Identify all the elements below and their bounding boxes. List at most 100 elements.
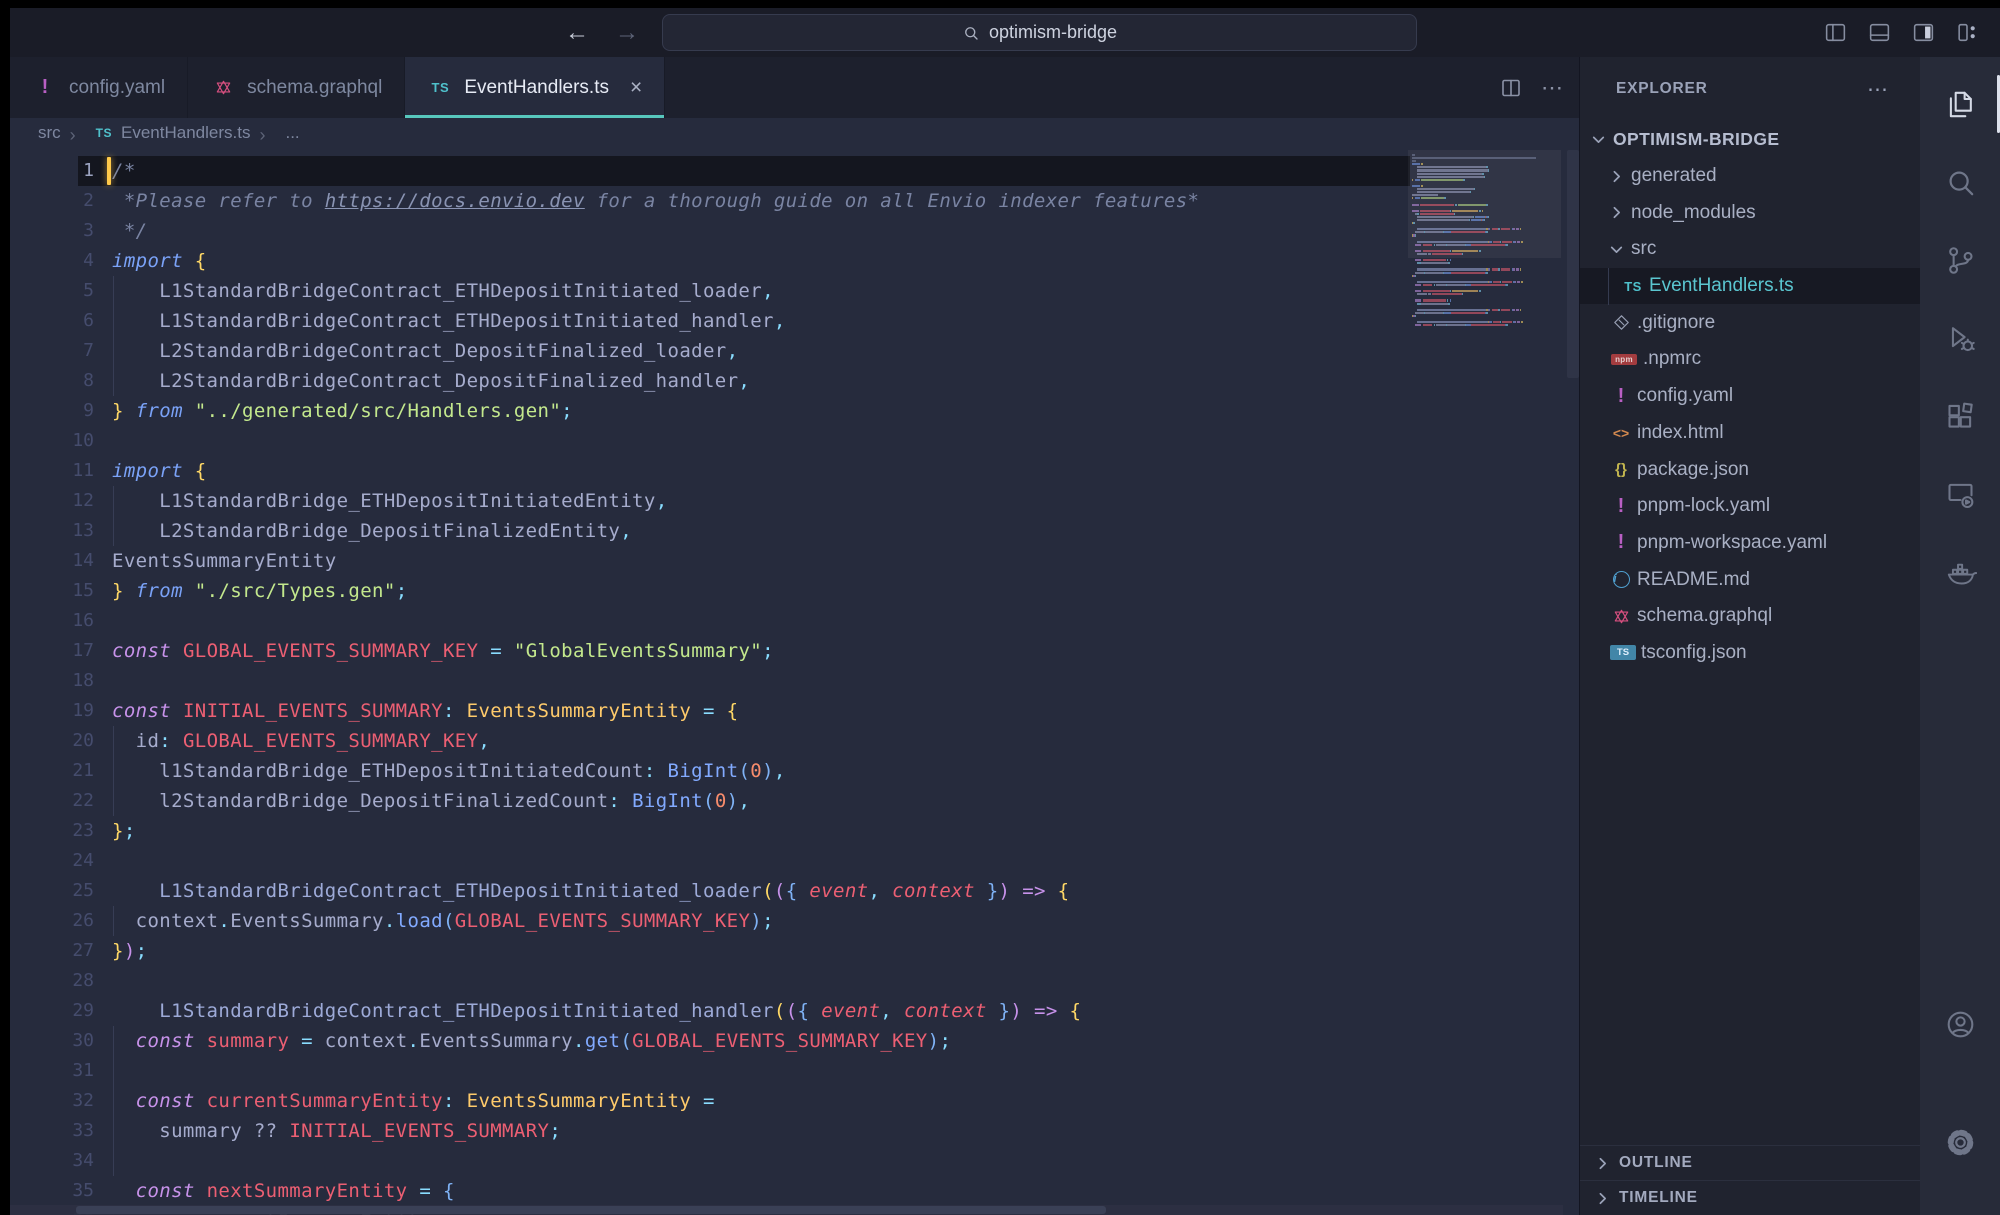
live-preview-icon[interactable] [1939, 473, 1981, 515]
npm-file-icon: npm [1608, 354, 1640, 365]
editor-group: !config.yaml schema.graphql TS EventHandler… [10, 57, 1579, 1215]
item-label: OPTIMISM-BRIDGE [1613, 129, 1779, 150]
breadcrumb[interactable]: src›TSEventHandlers.ts›... [10, 118, 1579, 148]
code-line-7: L2StandardBridgeContract_DepositFinalize… [112, 336, 1199, 366]
json-file-icon: {} [1608, 461, 1634, 478]
chevron-right-icon [1608, 204, 1625, 221]
explorer-more-actions-icon[interactable]: ⋯ [1867, 77, 1890, 102]
code-line-4: import { [112, 246, 1199, 276]
section-timeline[interactable]: TIMELINE [1580, 1180, 1920, 1215]
sidebar-item-OPTIMISM-BRIDGE[interactable]: OPTIMISM-BRIDGE [1580, 121, 1920, 158]
sidebar-item-config.yaml[interactable]: !config.yaml [1580, 378, 1920, 415]
explorer-icon[interactable] [1939, 83, 1981, 125]
sidebar-item-README.md[interactable]: iREADME.md [1580, 561, 1920, 598]
item-label: .gitignore [1637, 312, 1715, 334]
back-arrow-icon[interactable]: ← [565, 21, 589, 45]
tab-label: EventHandlers.ts [464, 77, 609, 99]
code-editor[interactable]: 1234567891011121314151617181920212223242… [10, 148, 1579, 1215]
chevron-down-icon [1608, 241, 1625, 258]
item-label: pnpm-lock.yaml [1637, 495, 1770, 517]
run-debug-icon[interactable] [1939, 317, 1981, 359]
item-label: README.md [1637, 569, 1750, 591]
horizontal-scrollbar-thumb[interactable] [76, 1206, 1106, 1214]
chevron-right-icon [1608, 168, 1625, 185]
html-file-icon: <> [1608, 425, 1634, 441]
toggle-secondary-sidebar-icon[interactable] [1911, 20, 1936, 45]
sidebar-item-tsconfig.json[interactable]: TStsconfig.json [1580, 635, 1920, 672]
item-label: config.yaml [1637, 385, 1733, 407]
code-line-19: const INITIAL_EVENTS_SUMMARY: EventsSumm… [112, 696, 1199, 726]
command-center-search[interactable]: optimism-bridge [662, 14, 1417, 51]
minimap[interactable] [1412, 154, 1557, 330]
sidebar-item-src[interactable]: src [1580, 231, 1920, 268]
sidebar-item-generated[interactable]: generated [1580, 158, 1920, 195]
code-line-21: l1StandardBridge_ETHDepositInitiatedCoun… [112, 756, 1199, 786]
code-line-32: const currentSummaryEntity: EventsSummar… [112, 1086, 1199, 1116]
close-icon[interactable]: × [630, 76, 642, 100]
tree-indent-guide [1608, 268, 1609, 305]
ts-file-icon: TS [1620, 279, 1646, 294]
code-line-2: *Please refer to https://docs.envio.dev … [112, 186, 1199, 216]
tab-label: config.yaml [69, 77, 165, 99]
horizontal-scrollbar[interactable] [10, 1205, 1563, 1215]
code-line-3: */ [112, 216, 1199, 246]
code-line-10 [112, 426, 1199, 456]
code-line-13: L2StandardBridge_DepositFinalizedEntity, [112, 516, 1199, 546]
settings-icon[interactable] [1939, 1121, 1981, 1163]
source-control-icon[interactable] [1939, 239, 1981, 281]
sidebar-item-.npmrc[interactable]: npm.npmrc [1580, 341, 1920, 378]
code-line-20: id: GLOBAL_EVENTS_SUMMARY_KEY, [112, 726, 1199, 756]
toggle-panel-icon[interactable] [1867, 20, 1892, 45]
sidebar-item-.gitignore[interactable]: .gitignore [1580, 304, 1920, 341]
nav-history: ← → [565, 8, 639, 57]
chevron-right-icon [1594, 1155, 1611, 1172]
yaml-file-icon: ! [1608, 495, 1634, 518]
code-line-8: L2StandardBridgeContract_DepositFinalize… [112, 366, 1199, 396]
sidebar-item-schema.graphql[interactable]: schema.graphql [1580, 598, 1920, 635]
section-outline[interactable]: OUTLINE [1580, 1145, 1920, 1180]
tab-EventHandlers.ts[interactable]: TSEventHandlers.ts× [405, 57, 665, 118]
explorer-sidebar: EXPLORER ⋯ OPTIMISM-BRIDGEgeneratednode_… [1579, 57, 1920, 1215]
vertical-scrollbar[interactable] [1567, 150, 1579, 378]
code-line-15: } from "./src/Types.gen"; [112, 576, 1199, 606]
info-file-icon: i [1608, 571, 1634, 588]
code-line-16 [112, 606, 1199, 636]
sidebar-item-pnpm-lock.yaml[interactable]: !pnpm-lock.yaml [1580, 488, 1920, 525]
extensions-icon[interactable] [1939, 395, 1981, 437]
code-content: /* *Please refer to https://docs.envio.d… [112, 156, 1199, 1215]
code-line-25: L1StandardBridgeContract_ETHDepositIniti… [112, 876, 1199, 906]
item-label: tsconfig.json [1641, 642, 1747, 664]
ts-file-icon: TS [96, 126, 112, 140]
vscode-window: ← → optimism-bridge !config.yamlschema.g… [0, 0, 2000, 1215]
code-line-27: }); [112, 936, 1199, 966]
forward-arrow-icon[interactable]: → [615, 21, 639, 45]
customize-layout-icon[interactable] [1955, 20, 1980, 45]
tsjson-file-icon: TS [1608, 645, 1638, 660]
tab-config.yaml[interactable]: !config.yaml [10, 57, 188, 118]
account-icon[interactable] [1939, 1003, 1981, 1045]
title-bar: ← → optimism-bridge [10, 8, 2000, 57]
breadcrumb-item[interactable]: src [38, 123, 61, 143]
git-file-icon [1608, 313, 1634, 332]
sidebar-item-pnpm-workspace.yaml[interactable]: !pnpm-workspace.yaml [1580, 525, 1920, 562]
text-cursor [107, 157, 111, 185]
sidebar-item-EventHandlers.ts[interactable]: TSEventHandlers.ts [1580, 268, 1920, 305]
breadcrumb-item[interactable]: ... [285, 123, 299, 143]
editor-more-actions-icon[interactable]: ⋯ [1541, 75, 1565, 101]
sidebar-item-index.html[interactable]: <>index.html [1580, 415, 1920, 452]
chevron-down-icon [1590, 131, 1607, 148]
code-line-18 [112, 666, 1199, 696]
breadcrumb-item[interactable]: EventHandlers.ts [121, 123, 250, 143]
search-icon[interactable] [1939, 161, 1981, 203]
sidebar-item-node_modules[interactable]: node_modules [1580, 194, 1920, 231]
tab-label: schema.graphql [247, 77, 382, 99]
item-label: generated [1631, 165, 1717, 187]
activity-bar [1920, 57, 2000, 1215]
line-numbers-gutter: 1234567891011121314151617181920212223242… [10, 156, 94, 1215]
toggle-primary-sidebar-icon[interactable] [1823, 20, 1848, 45]
docker-icon[interactable] [1939, 551, 1981, 593]
tab-schema.graphql[interactable]: schema.graphql [188, 57, 405, 118]
sidebar-item-package.json[interactable]: {}package.json [1580, 451, 1920, 488]
code-line-30: const summary = context.EventsSummary.ge… [112, 1026, 1199, 1056]
split-editor-icon[interactable] [1499, 76, 1523, 100]
